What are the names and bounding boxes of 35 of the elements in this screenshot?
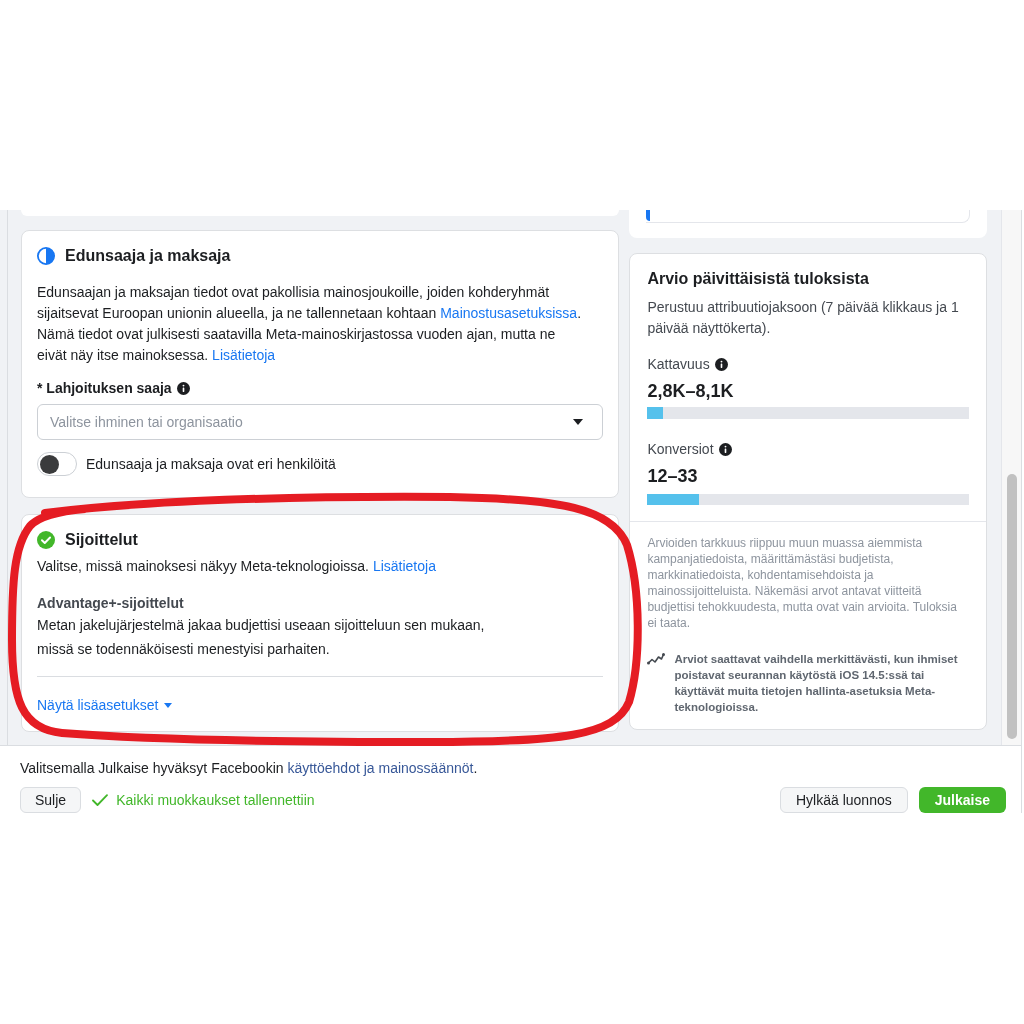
- description-text: Edunsaajan ja maksajan tiedot ovat pakollisia mainosjoukoille, joiden kohderyhmät sijaitsevat Euroopan unionin alueella, ja ne tallennetaan kohtaan Mainostusasetuksissa. Nämä tiedot ovat julkisesti saatavilla Meta-mainoskirjastossa vuoden ajan, mutta ne eivät näy itse mainoksessa. Lisätietoja: [37, 283, 583, 365]
- subtitle-text: Perustuu attribuutiojaksoon (7 päivää klikkaus ja 1 päivää näyttökerta).: [647, 298, 960, 338]
- discard-draft-button[interactable]: Hylkää luonnos: [780, 787, 908, 813]
- description-text: Valitse, missä mainoksesi näkyy Meta-teknologioissa. Lisätietoja: [37, 557, 437, 576]
- metric-label: Konversiot: [647, 440, 714, 459]
- option-description: Metan jakelujärjestelmä jakaa budjettisi useaan sijoitteluun sen mukaan, missä se todennäköisesti menestyisi parhaiten.: [37, 616, 486, 659]
- note-text: Arviot saattavat vaihdella merkittävästi, kun ihmiset poistavat seurannan käytöstä iOS 14.5:ssä tai käyttävät muita tietojen hallinta-asetuksia Meta-teknologioissa.: [674, 652, 959, 715]
- close-button[interactable]: Sulje: [20, 787, 82, 813]
- option-title: Advantage+-sijoittelut: [37, 594, 185, 613]
- info-icon: [176, 381, 190, 395]
- publish-button[interactable]: Julkaise: [918, 787, 1006, 813]
- disclaimer-text: Arvioiden tarkkuus riippuu muun muassa aiemmista kampanjatiedoista, määrittämästäsi budjetista, markkinatiedoista, kohdentamisehdoista ja mainossijoitteluista. Näkemäsi arvot antavat viitteitä budjettisi tehokkuudesta, mutta ovat vain arvioita. Tuloksia ei taata.: [647, 535, 958, 631]
- metric-value: 12–33: [647, 465, 699, 488]
- card-title: Edunsaaja ja maksaja: [65, 246, 231, 266]
- scrollbar-thumb[interactable]: [1006, 474, 1017, 739]
- saved-status-text: Kaikki muokkaukset tallennettiin: [116, 791, 315, 810]
- card-title: Arvio päivittäisistä tuloksista: [647, 269, 870, 289]
- more-settings-link[interactable]: Näytä lisäasetukset: [37, 695, 173, 715]
- terms-text: Valitsemalla Julkaise hyväksyt Facebookin käyttöehdot ja mainossäännöt.: [20, 759, 479, 778]
- inline-link[interactable]: Lisätietoja: [212, 347, 276, 363]
- select-field[interactable]: Valitse ihminen tai organisaatio: [37, 404, 604, 440]
- toggle-label: Edunsaaja ja maksaja ovat eri henkilöitä: [86, 455, 336, 474]
- caret-down-icon: [573, 419, 584, 425]
- toggle-switch[interactable]: [37, 452, 77, 476]
- trend-line-icon: [647, 653, 666, 665]
- metric-value: 2,8K–8,1K: [647, 380, 735, 403]
- check-icon: [92, 794, 109, 806]
- card-title: Sijoittelut: [65, 530, 138, 550]
- caret-down-icon: [164, 702, 173, 708]
- inline-link[interactable]: Lisätietoja: [372, 558, 436, 574]
- metric-label: Kattavuus: [647, 355, 710, 374]
- info-icon: [718, 442, 732, 456]
- field-label: * Lahjoituksen saaja: [37, 379, 172, 398]
- info-icon: [714, 357, 728, 371]
- accent-bar: [646, 210, 651, 221]
